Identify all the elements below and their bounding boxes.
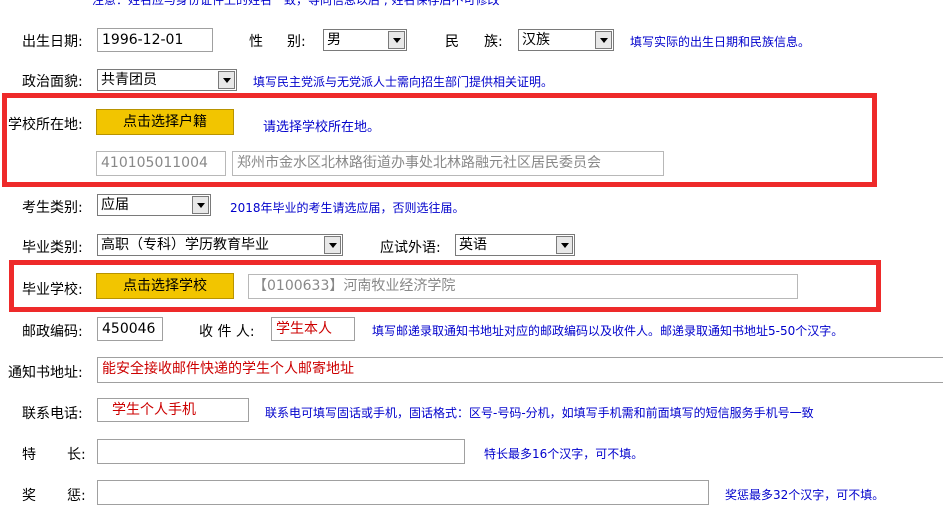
chevron-down-icon: [324, 236, 341, 254]
candidate-type-hint: 2018年毕业的考生请选应届，否则选往届。: [230, 201, 465, 215]
language-label: 应试外语:: [380, 240, 441, 256]
school-location-label: 学校所在地:: [8, 117, 83, 133]
postcode-input[interactable]: 450046: [97, 317, 163, 341]
registration-form: { "top_hint": "注意：姓名应与身份证件上的姓名一致，等同信息以后 …: [0, 0, 943, 508]
select-school-button[interactable]: 点击选择学校: [96, 273, 234, 299]
recipient-input[interactable]: 学生本人: [271, 317, 355, 341]
political-label: 政治面貌:: [22, 74, 83, 90]
grad-type-value: 高职（专科）学历教育毕业: [101, 237, 269, 253]
ethnic-select[interactable]: 汉族: [518, 29, 614, 51]
chevron-down-icon: [595, 31, 612, 49]
gender-label-2: 别:: [287, 34, 306, 50]
ethnic-label-2: 族:: [484, 34, 503, 50]
phone-hint: 联系电可填写固话或手机，固话格式：区号-号码-分机，如填写手机需和前面填写的短信…: [265, 406, 814, 420]
school-location-hint: 请选择学校所在地。: [263, 120, 381, 135]
political-select[interactable]: 共青团员: [97, 69, 237, 91]
awards-input[interactable]: [97, 480, 709, 505]
gender-label-1: 性: [249, 34, 263, 50]
select-household-button[interactable]: 点击选择户籍: [96, 109, 234, 135]
top-hint: 注意：姓名应与身份证件上的姓名一致，等同信息以后 , 姓名保存后不可修改: [92, 0, 500, 7]
chevron-down-icon: [192, 196, 209, 214]
language-select[interactable]: 英语: [455, 234, 575, 256]
ethnic-hint: 填写实际的出生日期和民族信息。: [630, 35, 811, 49]
location-address-input[interactable]: 郑州市金水区北林路街道办事处北林路融元社区居民委员会: [232, 151, 664, 176]
chevron-down-icon: [388, 31, 405, 49]
birth-date-label: 出生日期:: [22, 34, 83, 50]
specialty-label-1: 特: [22, 447, 36, 463]
gender-value: 男: [327, 32, 341, 48]
candidate-type-value: 应届: [101, 197, 129, 213]
address-input[interactable]: 能安全接收邮件快递的学生个人邮寄地址: [97, 357, 943, 383]
candidate-type-select[interactable]: 应届: [97, 194, 211, 216]
awards-label-2: 惩:: [67, 488, 86, 504]
recipient-label: 收 件 人:: [199, 324, 255, 340]
grad-school-input[interactable]: 【0100633】河南牧业经济学院: [248, 274, 798, 299]
language-value: 英语: [459, 237, 487, 253]
phone-input[interactable]: 学生个人手机: [97, 398, 249, 422]
grad-type-label: 毕业类别:: [22, 240, 83, 256]
candidate-type-label: 考生类别:: [22, 200, 83, 216]
recipient-hint: 填写邮递录取通知书地址对应的邮政编码以及收件人。邮递录取通知书地址5-50个汉字…: [372, 324, 844, 338]
postcode-label: 邮政编码:: [22, 324, 83, 340]
political-value: 共青团员: [101, 72, 157, 88]
specialty-hint: 特长最多16个汉字，可不填。: [484, 447, 644, 461]
chevron-down-icon: [218, 71, 235, 89]
birth-date-input[interactable]: 1996-12-01: [97, 28, 213, 52]
ethnic-value: 汉族: [522, 32, 550, 48]
political-hint: 填写民主党派与无党派人士需向招生部门提供相关证明。: [253, 75, 554, 89]
specialty-input[interactable]: [97, 439, 465, 464]
specialty-label-2: 长:: [67, 447, 86, 463]
grad-type-select[interactable]: 高职（专科）学历教育毕业: [97, 234, 343, 256]
grad-school-label: 毕业学校:: [22, 282, 83, 298]
phone-label: 联系电话:: [22, 406, 83, 422]
gender-select[interactable]: 男: [323, 29, 407, 51]
ethnic-label-1: 民: [445, 34, 459, 50]
address-label: 通知书地址:: [8, 365, 83, 381]
awards-label-1: 奖: [22, 488, 36, 504]
location-code-input[interactable]: 410105011004: [96, 151, 226, 176]
chevron-down-icon: [556, 236, 573, 254]
awards-hint: 奖惩最多32个汉字，可不填。: [725, 488, 885, 502]
